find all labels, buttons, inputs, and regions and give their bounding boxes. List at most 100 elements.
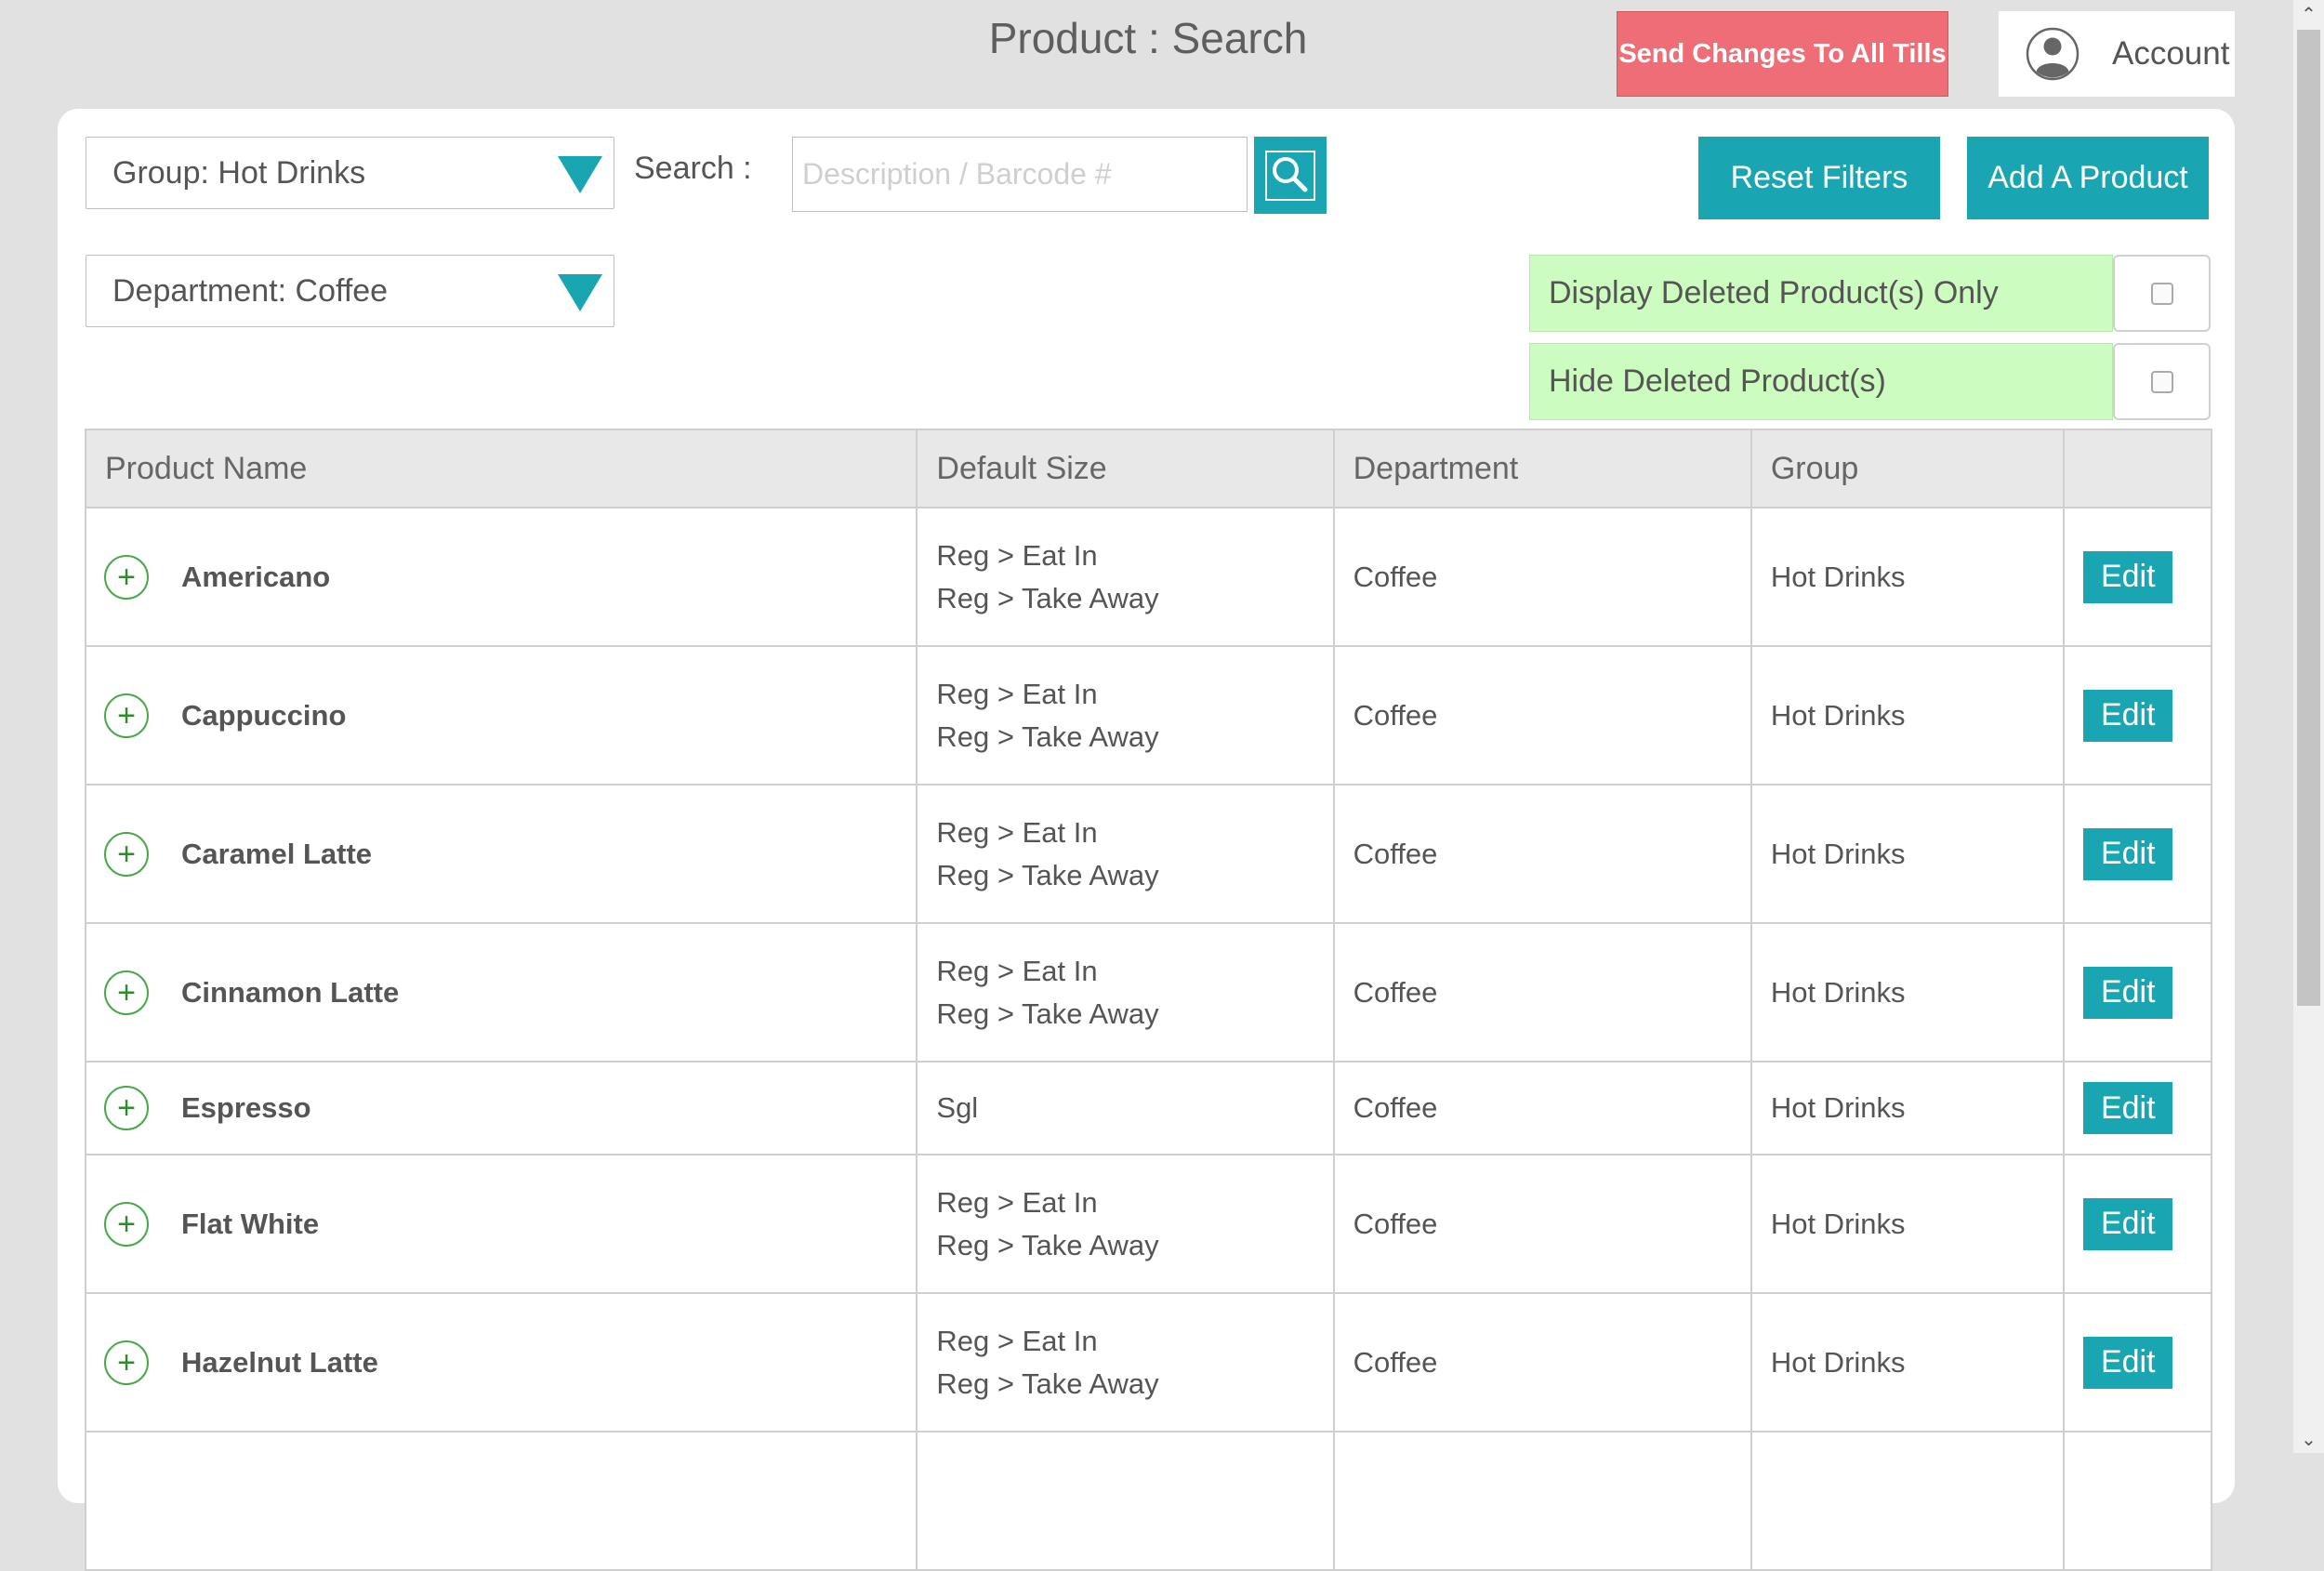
edit-button[interactable]: Edit xyxy=(2083,1197,2173,1250)
department-cell: Coffee xyxy=(1335,786,1752,922)
product-name: Flat White xyxy=(181,1207,320,1240)
actions-cell: Edit xyxy=(2065,786,2211,922)
group-select[interactable]: Group: Hot Drinks xyxy=(86,137,614,209)
edit-button[interactable]: Edit xyxy=(2083,1336,2173,1389)
edit-button[interactable]: Edit xyxy=(2083,1082,2173,1134)
edit-button[interactable]: Edit xyxy=(2083,966,2173,1019)
column-header-product-name[interactable]: Product Name xyxy=(86,430,918,507)
department-cell: Coffee xyxy=(1335,924,1752,1061)
triangle-down-icon xyxy=(558,156,602,193)
size-option: Reg > Eat In xyxy=(936,1185,1098,1219)
group-cell: Hot Drinks xyxy=(1752,508,2066,645)
size-option: Reg > Take Away xyxy=(936,997,1159,1030)
size-option: Reg > Take Away xyxy=(936,719,1159,753)
department-cell: Coffee xyxy=(1335,508,1752,645)
size-option: Sgl xyxy=(936,1091,979,1124)
default-size-cell: Reg > Eat In Reg > Take Away xyxy=(918,924,1335,1061)
product-name-cell xyxy=(86,1432,918,1569)
department-cell xyxy=(1335,1432,1752,1569)
product-name-cell: + Cinnamon Latte xyxy=(86,924,918,1061)
plus-circle-icon[interactable]: + xyxy=(104,970,149,1015)
group-cell: Hot Drinks xyxy=(1752,924,2066,1061)
search-input[interactable] xyxy=(792,137,1248,212)
hide-deleted-label: Hide Deleted Product(s) xyxy=(1529,343,2113,420)
table-row: + Cinnamon Latte Reg > Eat In Reg > Take… xyxy=(86,924,2211,1063)
actions-cell: Edit xyxy=(2065,1294,2211,1431)
table-row: + Americano Reg > Eat In Reg > Take Away… xyxy=(86,508,2211,647)
department-select[interactable]: Department: Coffee xyxy=(86,255,614,327)
department-cell: Coffee xyxy=(1335,1294,1752,1431)
plus-circle-icon[interactable]: + xyxy=(104,1340,149,1385)
product-name-cell: + Caramel Latte xyxy=(86,786,918,922)
actions-cell xyxy=(2065,1432,2211,1569)
plus-circle-icon[interactable]: + xyxy=(104,1086,149,1130)
size-option: Reg > Take Away xyxy=(936,1366,1159,1400)
account-label: Account xyxy=(2112,35,2230,72)
plus-circle-icon[interactable]: + xyxy=(104,831,149,877)
reset-filters-button[interactable]: Reset Filters xyxy=(1698,137,1940,219)
default-size-cell: Reg > Eat In Reg > Take Away xyxy=(918,647,1335,784)
triangle-down-icon xyxy=(558,274,602,311)
scroll-thumb[interactable] xyxy=(2297,30,2320,1006)
display-deleted-checkbox[interactable] xyxy=(2113,255,2211,332)
page-scrollbar[interactable]: ⌃ ⌄ xyxy=(2293,0,2324,1453)
size-option: Reg > Eat In xyxy=(936,677,1098,710)
plus-circle-icon[interactable]: + xyxy=(104,1201,149,1247)
scroll-down-icon[interactable]: ⌄ xyxy=(2293,1425,2324,1453)
department-cell: Coffee xyxy=(1335,647,1752,784)
table-row: + Flat White Reg > Eat In Reg > Take Awa… xyxy=(86,1155,2211,1294)
size-option: Reg > Eat In xyxy=(936,538,1098,572)
display-deleted-label: Display Deleted Product(s) Only xyxy=(1529,255,2113,332)
product-name-cell: + Flat White xyxy=(86,1155,918,1292)
column-header-group[interactable]: Group xyxy=(1752,430,2066,507)
product-name: Cappuccino xyxy=(181,698,347,732)
send-changes-button[interactable]: Send Changes To All Tills xyxy=(1617,11,1948,97)
edit-button[interactable]: Edit xyxy=(2083,550,2173,603)
plus-circle-icon[interactable]: + xyxy=(104,554,149,600)
checkbox-icon xyxy=(2150,282,2173,305)
department-cell: Coffee xyxy=(1335,1155,1752,1292)
group-cell: Hot Drinks xyxy=(1752,647,2066,784)
product-name-cell: + Americano xyxy=(86,508,918,645)
table-row: + Hazelnut Latte Reg > Eat In Reg > Take… xyxy=(86,1294,2211,1432)
scroll-up-icon[interactable]: ⌃ xyxy=(2293,0,2324,28)
checkbox-icon xyxy=(2150,370,2173,393)
actions-cell: Edit xyxy=(2065,924,2211,1061)
add-product-button[interactable]: Add A Product xyxy=(1967,137,2209,219)
default-size-cell: Reg > Eat In Reg > Take Away xyxy=(918,786,1335,922)
product-name: Cinnamon Latte xyxy=(181,975,400,1009)
column-header-default-size[interactable]: Default Size xyxy=(918,430,1335,507)
products-table: Product Name Default Size Department Gro… xyxy=(85,429,2212,1571)
size-option: Reg > Eat In xyxy=(936,815,1098,849)
product-name-cell: + Hazelnut Latte xyxy=(86,1294,918,1431)
default-size-cell xyxy=(918,1432,1335,1569)
actions-cell: Edit xyxy=(2065,508,2211,645)
account-button[interactable]: Account xyxy=(1999,11,2235,97)
display-deleted-filter: Display Deleted Product(s) Only xyxy=(1529,255,2211,332)
department-select-value: Department: Coffee xyxy=(112,272,389,309)
group-select-value: Group: Hot Drinks xyxy=(112,154,366,191)
plus-circle-icon[interactable]: + xyxy=(104,693,149,738)
product-name-cell: + Cappuccino xyxy=(86,647,918,784)
product-name-cell: + Espresso xyxy=(86,1063,918,1154)
group-cell: Hot Drinks xyxy=(1752,1063,2066,1154)
group-cell: Hot Drinks xyxy=(1752,1155,2066,1292)
table-row: + Espresso Sgl Coffee Hot Drinks Edit xyxy=(86,1063,2211,1155)
product-name: Caramel Latte xyxy=(181,837,373,870)
edit-button[interactable]: Edit xyxy=(2083,689,2173,742)
user-circle-icon xyxy=(2026,27,2080,81)
search-label: Search : xyxy=(634,151,752,186)
table-row: + Cappuccino Reg > Eat In Reg > Take Awa… xyxy=(86,647,2211,786)
department-cell: Coffee xyxy=(1335,1063,1752,1154)
edit-button[interactable]: Edit xyxy=(2083,827,2173,880)
search-button[interactable] xyxy=(1254,137,1327,214)
column-header-department[interactable]: Department xyxy=(1335,430,1752,507)
hide-deleted-checkbox[interactable] xyxy=(2113,343,2211,420)
default-size-cell: Reg > Eat In Reg > Take Away xyxy=(918,508,1335,645)
size-option: Reg > Take Away xyxy=(936,858,1159,891)
group-cell xyxy=(1752,1432,2066,1569)
size-option: Reg > Take Away xyxy=(936,581,1159,614)
table-row xyxy=(86,1432,2211,1571)
product-name: Espresso xyxy=(181,1091,311,1124)
group-cell: Hot Drinks xyxy=(1752,786,2066,922)
